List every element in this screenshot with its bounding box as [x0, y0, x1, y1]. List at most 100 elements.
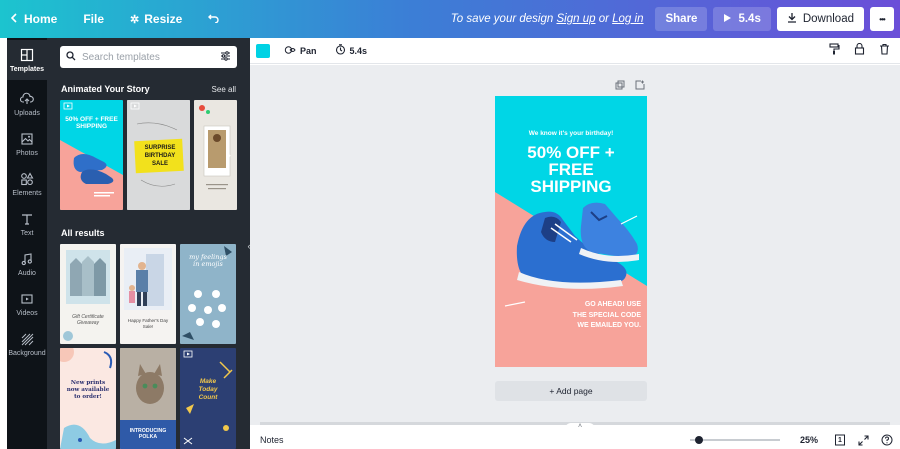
bottom-bar: Notes 25% 1	[250, 431, 900, 449]
trash-icon[interactable]	[879, 43, 890, 58]
rail-label-audio: Audio	[18, 269, 36, 277]
emojis-text: my feelings in emojis	[189, 253, 227, 268]
upload-icon	[19, 92, 34, 108]
chevron-up-icon: ˄	[577, 423, 583, 430]
rail-item-elements[interactable]: Elements	[7, 164, 47, 204]
template-thumb-emojis[interactable]: my feelings in emojis	[180, 244, 236, 344]
rail-item-audio[interactable]: Audio	[7, 244, 47, 284]
design-headline: 50% OFF + FREE SHIPPING	[495, 144, 647, 195]
page-count: 1	[838, 436, 842, 444]
filter-icon[interactable]	[220, 48, 231, 66]
chevron-left-icon	[10, 12, 19, 26]
rail-item-videos[interactable]: Videos	[7, 284, 47, 324]
paint-roller-icon[interactable]	[828, 43, 840, 58]
carousel-next-icon[interactable]: ›	[227, 148, 231, 162]
save-hint-prefix: To save your design	[450, 13, 554, 25]
add-page-button[interactable]: + Add page	[495, 381, 647, 401]
make-today-count-text: Make Today Count	[198, 378, 218, 401]
rail-item-uploads[interactable]: Uploads	[7, 84, 47, 124]
duplicate-page-icon[interactable]	[615, 80, 625, 93]
help-icon[interactable]	[880, 433, 894, 447]
design-top-line: We know it's your birthday!	[528, 130, 614, 137]
pan-icon	[284, 45, 296, 57]
text-icon	[20, 212, 34, 228]
rail-label-background: Background	[8, 349, 46, 357]
gift-certificate-art	[63, 250, 110, 341]
save-hint-or: or	[598, 13, 609, 25]
template-thumb-polka[interactable]: INTRODUCING POLKA	[120, 348, 176, 449]
resize-button[interactable]: ✲ Resize	[130, 12, 182, 26]
design-bottom-text: GO AHEAD! USE THE SPECIAL CODE WE EMAILE…	[555, 300, 641, 332]
rail-label-templates: Templates	[9, 65, 45, 73]
design-headline-line-2: FREE	[548, 160, 594, 179]
photo-icon	[20, 132, 34, 148]
left-rail: Templates Uploads Photos Elements Text A…	[7, 38, 47, 449]
duration-button[interactable]: 5.4s	[335, 44, 368, 57]
page-tools	[615, 80, 645, 93]
zoom-slider[interactable]	[690, 436, 780, 444]
rail-label-elements: Elements	[12, 189, 42, 197]
page-count-button[interactable]: 1	[833, 433, 847, 447]
add-page-icon[interactable]	[635, 80, 645, 93]
sign-up-link[interactable]: Sign up	[556, 13, 595, 25]
play-button[interactable]: 5.4s	[713, 7, 771, 31]
editor-toolbar: Pan 5.4s	[250, 38, 900, 64]
fullscreen-icon[interactable]	[856, 433, 870, 447]
design-bottom-line-1: GO AHEAD! USE	[584, 301, 641, 308]
template-thumb-make-today-count[interactable]: Make Today Count	[180, 348, 236, 449]
new-prints-text: New prints now available to order!	[66, 380, 110, 400]
birthday-template-text: SURPRISE BIRTHDAY SALE	[144, 145, 176, 167]
magic-star-icon: ✲	[130, 13, 140, 26]
notes-button[interactable]: Notes	[260, 435, 284, 445]
video-icon	[20, 292, 34, 308]
rail-item-templates[interactable]: Templates	[7, 40, 47, 80]
design-bottom-line-2: THE SPECIAL CODE	[572, 311, 641, 319]
zoom-slider-handle[interactable]	[695, 436, 703, 444]
templates-icon	[20, 48, 34, 64]
see-all-link[interactable]: See all	[212, 85, 236, 94]
lock-icon[interactable]	[854, 42, 865, 58]
elements-icon	[20, 171, 34, 188]
rail-item-photos[interactable]: Photos	[7, 124, 47, 164]
sale-template-text: 50% OFF + FREE SHIPPING	[65, 116, 118, 130]
template-search[interactable]	[60, 46, 237, 68]
pan-label: Pan	[300, 45, 317, 56]
template-thumb-new-prints[interactable]: New prints now available to order!	[60, 348, 116, 449]
duration-label: 5.4s	[349, 45, 368, 56]
more-icon: •••	[879, 14, 885, 24]
template-thumb-fathers-day[interactable]: Happy Father's Day Sale!	[120, 244, 176, 344]
rail-label-photos: Photos	[16, 149, 38, 157]
search-input[interactable]	[82, 51, 202, 63]
color-swatch[interactable]	[256, 43, 270, 58]
file-label: File	[83, 12, 105, 26]
design-page[interactable]: We know it's your birthday! 50% OFF + FR…	[495, 96, 647, 367]
rail-label-uploads: Uploads	[14, 109, 40, 117]
template-thumb-birthday[interactable]: SURPRISE BIRTHDAY SALE	[127, 100, 190, 210]
download-icon	[787, 12, 797, 26]
rail-item-text[interactable]: Text	[7, 204, 47, 244]
log-in-link[interactable]: Log in	[612, 13, 643, 25]
undo-button[interactable]	[208, 12, 220, 26]
download-button[interactable]: Download	[776, 7, 864, 31]
more-options-button[interactable]: •••	[870, 7, 894, 31]
pan-button[interactable]: Pan	[284, 45, 317, 57]
rail-label-text: Text	[20, 229, 34, 237]
download-label: Download	[802, 13, 854, 25]
background-icon	[20, 332, 34, 348]
file-menu[interactable]: File	[83, 12, 104, 26]
rail-label-videos: Videos	[16, 309, 38, 317]
home-button[interactable]: Home	[10, 12, 57, 26]
show-pages-tab[interactable]: ˄	[565, 423, 595, 431]
zoom-level[interactable]: 25%	[800, 435, 818, 445]
save-hint: To save your design Sign up or Log in	[451, 13, 644, 25]
timer-icon	[335, 44, 346, 57]
top-bar-left: Home File ✲ Resize	[0, 0, 220, 38]
play-duration: 5.4s	[738, 13, 761, 25]
share-button[interactable]: Share	[655, 7, 708, 31]
gift-certificate-text: Gift Certificate Giveaway	[72, 314, 104, 326]
template-thumb-sale[interactable]: 50% OFF + FREE SHIPPING	[60, 100, 123, 210]
rail-item-background[interactable]: Background	[7, 324, 47, 364]
template-thumb-gift-certificate[interactable]: Gift Certificate Giveaway	[60, 244, 116, 344]
music-icon	[20, 252, 34, 268]
top-bar: Home File ✲ Resize To save your design S…	[0, 0, 900, 38]
